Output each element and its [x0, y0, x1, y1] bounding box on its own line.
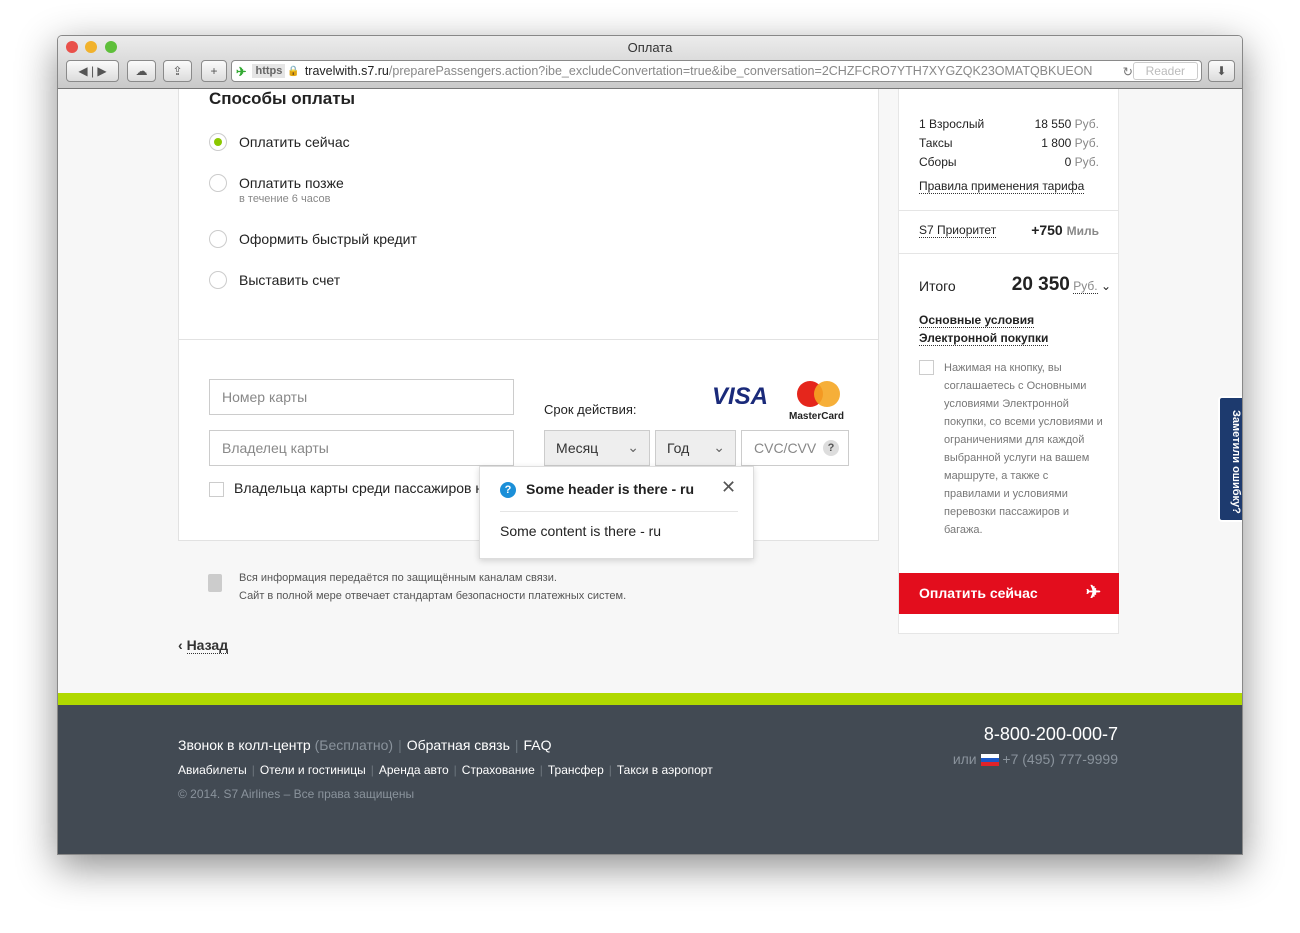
row-label: Сборы [919, 155, 957, 169]
back-label: Назад [186, 637, 229, 654]
footer-link[interactable]: Авиабилеты [178, 763, 247, 777]
chevron-down-icon: ⌄ [1100, 279, 1111, 293]
radio-pay-now[interactable] [209, 133, 227, 151]
radio-pay-later[interactable] [209, 174, 227, 192]
divider [179, 339, 878, 340]
month-select[interactable]: Месяц ⌄ [544, 430, 650, 466]
footer-link[interactable]: Аренда авто [379, 763, 449, 777]
option-pay-later[interactable]: Оплатить позже [239, 175, 344, 191]
chevron-down-icon: ⌄ [627, 439, 639, 455]
url-path: /preparePassengers.action?ibe_excludeCon… [388, 64, 1093, 78]
holder-checkbox-label[interactable]: Владельца карты среди пассажиров н [234, 480, 483, 496]
cvc-placeholder: CVC/CVV [754, 440, 817, 456]
close-icon[interactable]: ✕ [721, 477, 736, 498]
phone-main: 8-800-200-000-7 [983, 724, 1118, 744]
plane-icon: ✈ [1085, 582, 1101, 602]
faq-link[interactable]: FAQ [524, 737, 552, 753]
feedback-link[interactable]: Обратная связь [407, 737, 510, 753]
year-value: Год [667, 440, 690, 456]
card-number-input[interactable]: Номер карты [209, 379, 514, 415]
option-pay-later-sub: в течение 6 часов [239, 193, 331, 205]
browser-window: Оплата ◀ | ▶ ☁ ⇪ + ✈ https 🔒 travelwith.… [57, 35, 1243, 855]
footer-main-links: Звонок в колл-центр (Бесплатно) | Обратная… [178, 737, 552, 753]
popover-divider [500, 511, 738, 512]
help-icon[interactable]: ? [823, 440, 839, 456]
window-title: Оплата [627, 40, 673, 55]
option-invoice[interactable]: Выставить счет [239, 272, 340, 288]
year-select[interactable]: Год ⌄ [655, 430, 736, 466]
row-amount: 1 800 Руб. [1041, 136, 1099, 150]
month-value: Месяц [556, 440, 599, 456]
s7-plane-icon: ✈ [236, 64, 247, 79]
agree-checkbox[interactable] [919, 360, 934, 375]
chevron-down-icon: ⌄ [713, 439, 725, 455]
fare-rules-link[interactable]: Правила применения тарифа [919, 179, 1085, 194]
card-holder-input[interactable]: Владелец карты [209, 430, 514, 466]
footer-link[interactable]: Такси в аэропорт [617, 763, 713, 777]
radio-credit[interactable] [209, 230, 227, 248]
popover-content: Some content is there - ru [500, 523, 662, 539]
downloads-icon[interactable]: ⬇ [1208, 60, 1235, 82]
mastercard-label: MasterCard [789, 411, 845, 422]
row-amount: 18 550 Руб. [1034, 117, 1099, 131]
pay-now-button[interactable]: Оплатить сейчас ✈ [899, 573, 1119, 614]
option-pay-now[interactable]: Оплатить сейчас [239, 134, 350, 150]
copyright: © 2014. S7 Airlines – Все права защищены [178, 787, 415, 801]
expiry-label: Срок действия: [544, 402, 637, 417]
footer-link[interactable]: Трансфер [548, 763, 604, 777]
feedback-tab[interactable]: Заметили ошибку? [1218, 396, 1242, 522]
address-bar[interactable]: ✈ https 🔒 travelwith.s7.ru /preparePasse… [231, 60, 1202, 82]
info-icon: ? [500, 482, 516, 498]
agree-text: Нажимая на кнопку, вы соглашаетесь с Осн… [944, 362, 1103, 536]
row-label: 1 Взрослый [919, 117, 985, 131]
visa-logo: VISA [712, 383, 769, 410]
lock-icon [208, 574, 222, 592]
icloud-icon[interactable]: ☁ [127, 60, 156, 82]
divider [899, 253, 1118, 254]
total-label: Итого [919, 278, 956, 294]
security-note-2: Сайт в полной мере отвечает стандартам б… [239, 590, 627, 602]
back-forward-buttons[interactable]: ◀ | ▶ [66, 60, 119, 82]
cvc-popover: ? Some header is there - ru ✕ Some conte… [479, 466, 754, 559]
cvc-input[interactable]: CVC/CVV? [741, 430, 849, 466]
footer: Звонок в колл-центр (Бесплатно) | Обратная… [58, 693, 1242, 854]
popover-header: Some header is there - ru [526, 481, 695, 497]
security-note-1: Вся информация передаётся по защищённым … [239, 572, 557, 584]
holder-checkbox[interactable] [209, 482, 224, 497]
phone-alt: или +7 (495) 777-9999 [952, 751, 1118, 767]
footer-link[interactable]: Страхование [462, 763, 535, 777]
russia-flag-icon [980, 754, 999, 767]
back-link[interactable]: ‹ Назад [178, 637, 229, 654]
row-label: Таксы [919, 136, 953, 150]
lock-icon: 🔒 [287, 65, 300, 77]
terms-link[interactable]: Основные условия [919, 313, 1035, 328]
payment-methods-heading: Способы оплаты [209, 89, 356, 108]
s7-priority-link[interactable]: S7 Приоритет [919, 223, 997, 238]
order-summary: 1 Взрослый 18 550 Руб. Таксы 1 800 Руб. … [898, 89, 1119, 634]
reader-button[interactable]: Reader [1132, 62, 1198, 80]
total-amount[interactable]: 20 350 Руб. ⌄ [1012, 274, 1111, 296]
share-icon[interactable]: ⇪ [163, 60, 192, 82]
call-center-link[interactable]: Звонок в колл-центр [178, 737, 311, 753]
mastercard-logo [797, 381, 841, 407]
https-badge: https [252, 64, 286, 78]
option-credit[interactable]: Оформить быстрый кредит [239, 231, 417, 247]
reload-icon[interactable]: ↻ [1123, 64, 1133, 79]
footer-link[interactable]: Отели и гостиницы [260, 763, 366, 777]
footer-links: Авиабилеты | Отели и гостиницы | Аренда авто… [178, 763, 713, 777]
browser-toolbar: Оплата ◀ | ▶ ☁ ⇪ + ✈ https 🔒 travelwith.… [58, 36, 1242, 89]
divider [899, 210, 1118, 211]
miles: +750 Миль [1031, 222, 1099, 238]
row-amount: 0 Руб. [1064, 155, 1099, 169]
url-domain: travelwith.s7.ru [304, 64, 389, 78]
chevron-left-icon: ‹ [178, 637, 187, 653]
new-tab-button[interactable]: + [201, 60, 227, 82]
terms-link-2[interactable]: Электронной покупки [919, 331, 1049, 346]
radio-invoice[interactable] [209, 271, 227, 289]
